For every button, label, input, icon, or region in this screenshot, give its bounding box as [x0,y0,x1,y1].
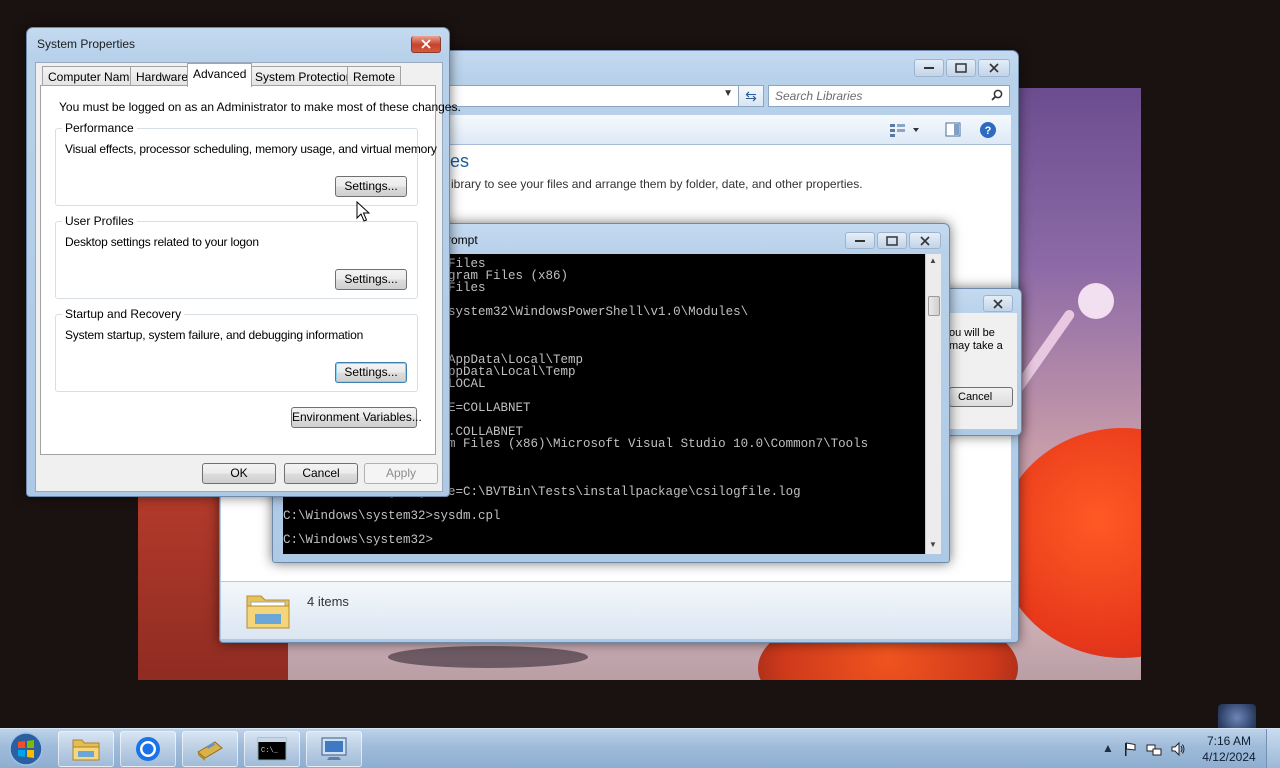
library-folder-icon [246,595,290,629]
tab-hardware[interactable]: Hardware [130,66,195,86]
startup-recovery-settings-button[interactable]: Settings... [335,362,407,383]
tab-advanced[interactable]: Advanced [187,63,253,87]
refresh-button[interactable]: ⇆ [738,85,764,107]
console-line: C:\Windows\system32> [283,533,434,547]
scroll-down-icon[interactable]: ▼ [929,540,937,549]
console-scrollbar[interactable]: ▲ ▼ [925,254,941,554]
dialog-message-line: ou will be [949,327,995,339]
admin-note: You must be logged on as an Administrato… [59,100,461,114]
dialog-close-button[interactable] [983,295,1013,312]
item-count: 4 items [307,594,349,609]
environment-variables-button[interactable]: Environment Variables... [291,407,422,428]
apply-button[interactable]: Apply [364,463,438,484]
show-desktop-button[interactable] [1266,729,1280,768]
mouse-cursor-icon [356,201,370,222]
action-center-flag-icon[interactable] [1122,741,1138,757]
volume-icon[interactable] [1170,741,1186,757]
window-title: System Properties [37,37,136,51]
system-properties-window: System Properties Computer Name Hardware… [26,27,461,497]
clock[interactable]: 7:16 AM 4/12/2024 [1196,733,1262,765]
search-input[interactable]: Search Libraries [768,85,1010,107]
scroll-thumb[interactable] [928,296,940,316]
window-title: rompt [447,233,478,247]
start-button[interactable] [4,731,48,767]
remote-desktop-icon [321,737,347,760]
search-placeholder: Search Libraries [775,89,863,103]
minimize-button[interactable] [845,232,875,249]
user-profiles-group: User Profiles Desktop settings related t… [55,214,418,299]
restore-icon [886,235,898,246]
show-hidden-icons-icon[interactable]: ▲ [1100,741,1116,757]
scroll-up-icon[interactable]: ▲ [929,256,937,265]
close-icon [989,63,999,73]
taskbar-explorer[interactable] [58,731,114,767]
group-title: Startup and Recovery [62,307,185,321]
details-pane: 4 items [221,581,1011,639]
svg-text:?: ? [985,125,992,137]
taskbar-remote-desktop[interactable] [306,731,362,767]
dialog-message: ou will be may take a [949,327,1003,353]
taskbar: C:\_ ▲ 7:16 AM 4/12/2024 [0,728,1280,768]
ok-button[interactable]: OK [202,463,276,484]
preview-pane-icon[interactable] [945,122,961,138]
chevron-down-icon[interactable]: ▼ [723,88,733,99]
close-icon [920,235,930,246]
search-icon[interactable] [991,89,1003,101]
taskbar-command-prompt[interactable]: C:\_ [244,731,300,767]
help-icon[interactable]: ? [979,121,997,139]
close-icon [993,298,1003,309]
performance-settings-button[interactable]: Settings... [335,176,407,197]
tab-system-protection[interactable]: System Protection [249,66,359,86]
dialog-message-line: may take a [949,340,1003,352]
dialog-panel: Computer Name Hardware Advanced System P… [35,62,461,492]
folder-icon [72,739,100,761]
maximize-button[interactable] [946,59,976,77]
taskbar-file-manager[interactable] [182,731,238,767]
user-profiles-settings-button[interactable]: Settings... [335,269,407,290]
group-description: System startup, system failure, and debu… [65,328,364,342]
dialog-body: ou will be may take a Cancel [939,313,1017,429]
close-button[interactable] [909,232,941,249]
svg-text:C:\_: C:\_ [261,747,279,755]
refresh-icon: ⇆ [745,87,757,104]
taskbar-chrome[interactable] [120,731,176,767]
group-description: Visual effects, processor scheduling, me… [65,142,437,156]
console-line: C:\Windows\system32>sysdm.cpl [283,509,501,523]
view-options-icon[interactable] [889,123,919,137]
minimize-icon [855,239,865,242]
group-title: Performance [62,121,137,135]
network-icon[interactable] [1146,741,1162,757]
minimize-button[interactable] [914,59,944,77]
performance-group: Performance Visual effects, processor sc… [55,121,437,206]
dialog-cancel-button[interactable]: Cancel [949,387,1013,407]
tools-icon [197,741,223,761]
clock-date: 4/12/2024 [1202,750,1256,764]
command-prompt-icon: C:\_ [257,737,287,761]
tab-computer-name[interactable]: Computer Name [42,66,143,86]
group-title: User Profiles [62,214,137,228]
browser-icon [136,737,160,761]
restore-icon [955,63,967,73]
advanced-tab-page: You must be logged on as an Administrato… [40,85,461,455]
close-button[interactable] [978,59,1010,77]
group-description: Desktop settings related to your logon [65,235,259,249]
library-description: ibrary to see your files and arrange the… [451,177,863,191]
minimize-icon [924,67,934,69]
clock-time: 7:16 AM [1206,734,1252,748]
close-button[interactable] [411,36,441,53]
tab-remote[interactable]: Remote [347,66,402,86]
cancel-button[interactable]: Cancel [284,463,358,484]
close-icon [421,39,431,49]
startup-recovery-group: Startup and Recovery System startup, sys… [55,307,418,392]
maximize-button[interactable] [877,232,907,249]
